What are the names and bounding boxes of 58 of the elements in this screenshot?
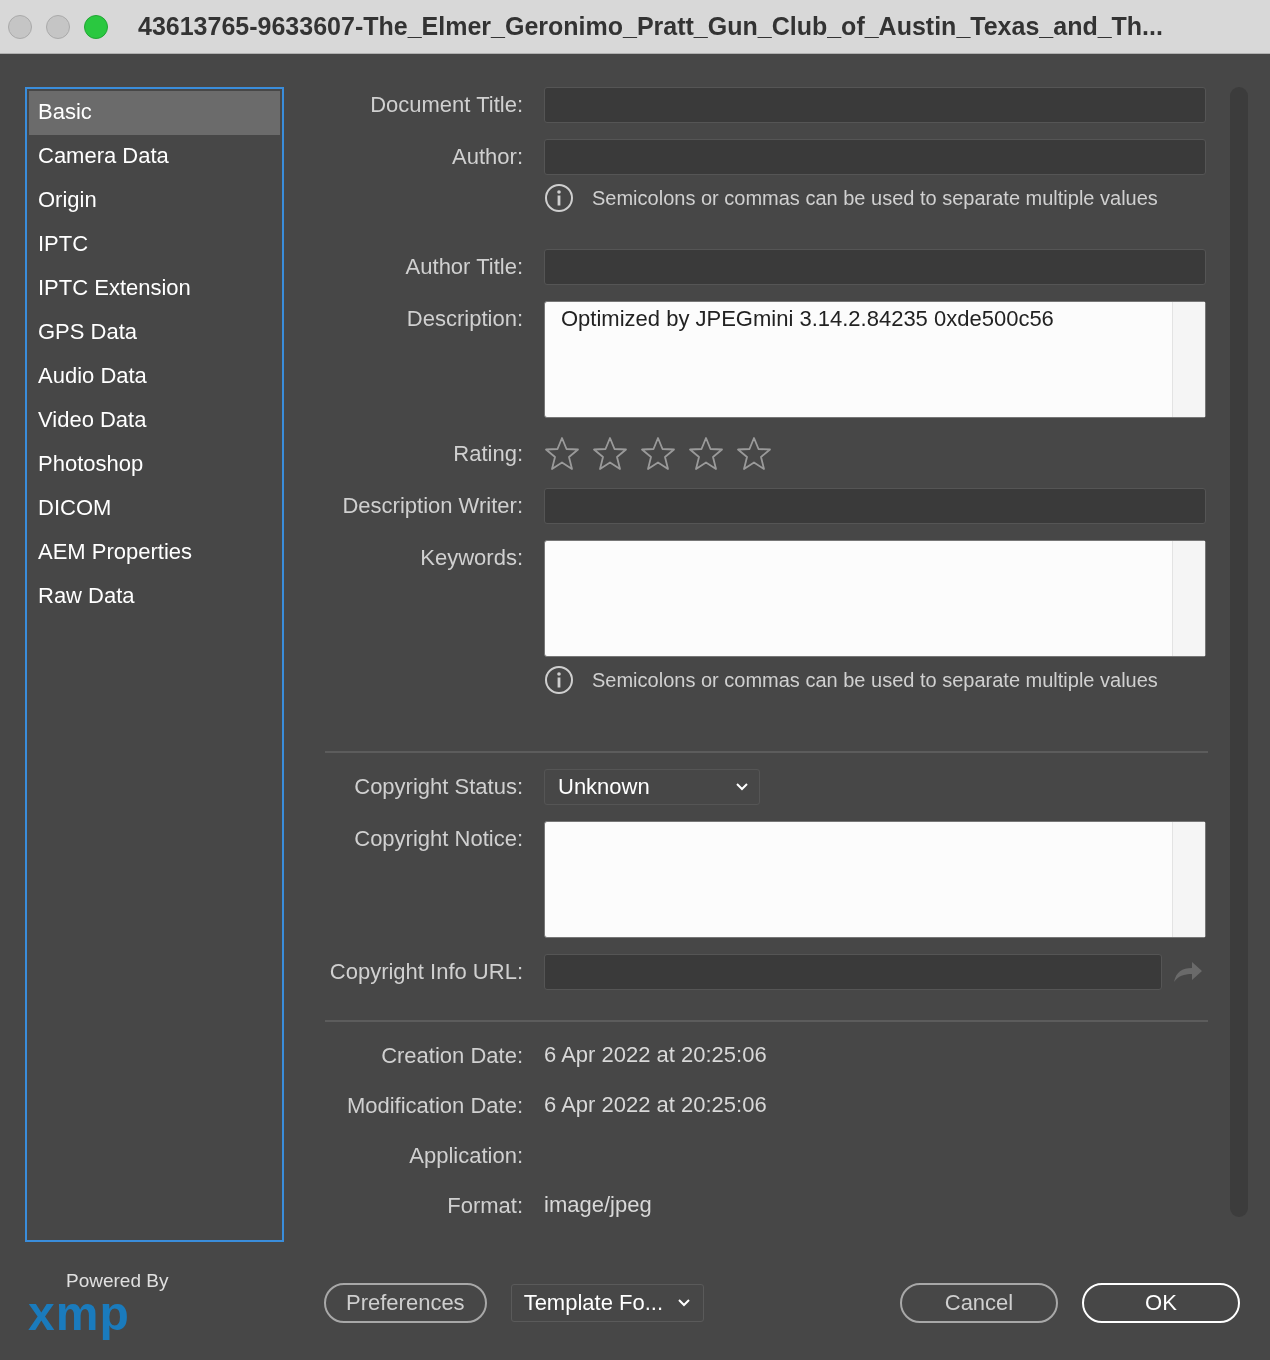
field-label: Description: [405, 305, 523, 333]
category-item[interactable]: Audio Data [29, 355, 280, 399]
info-icon [544, 183, 574, 213]
category-item[interactable]: DICOM [29, 487, 280, 531]
dialog-button[interactable]: Preferences [324, 1283, 487, 1323]
template-dropdown[interactable]: Template Fo... [510, 1284, 704, 1322]
chevron-icon [735, 782, 749, 792]
field-label: Document Title: [369, 91, 523, 119]
field-label: Copyright Notice: [353, 825, 523, 853]
field-value: image/jpeg [544, 1191, 652, 1219]
category-item[interactable]: Basic [29, 91, 280, 135]
field-label: Description Writer: [341, 492, 523, 520]
star-icon[interactable] [544, 436, 580, 472]
close-button[interactable] [8, 14, 32, 39]
minimize-button[interactable] [46, 14, 70, 39]
star-icon[interactable] [688, 436, 724, 472]
field-value: 6 Apr 2022 at 20:25:06 [544, 1041, 767, 1069]
status-dropdown[interactable]: Unknown [544, 769, 760, 805]
url-field[interactable] [544, 954, 1162, 990]
powered-by-text: Powered By [66, 1270, 169, 1292]
ok-button[interactable]: OK [1082, 1283, 1240, 1323]
dialog-button[interactable]: Cancel [900, 1283, 1058, 1323]
category-item[interactable]: Photoshop [29, 443, 280, 487]
star-icon[interactable] [592, 436, 628, 472]
text-field[interactable] [544, 488, 1206, 524]
zoom-button[interactable] [84, 14, 108, 39]
info-icon [544, 665, 574, 695]
field-label: Format: [446, 1192, 523, 1220]
field-label: Keywords: [419, 544, 523, 572]
hint-text: Semicolons or commas can be used to separate multiple values [592, 668, 1158, 692]
category-item[interactable]: Camera Data [29, 135, 280, 179]
field-label: Application: [408, 1142, 523, 1170]
field-label: Rating: [452, 440, 523, 468]
hint-text: Semicolons or commas can be used to separate multiple values [592, 186, 1158, 210]
text-field[interactable] [544, 87, 1206, 123]
category-item[interactable]: Video Data [29, 399, 280, 443]
window-title: 43613765-9633607-The_Elmer_Geronimo_Pratt_Gun_Club_of_Austin_Texas_and_Th... [138, 12, 1163, 41]
field-label: Author: [451, 143, 523, 171]
field-label: Copyright Info URL: [328, 958, 523, 986]
category-item[interactable]: AEM Properties [29, 531, 280, 575]
category-item[interactable]: GPS Data [29, 311, 280, 355]
text-field[interactable] [544, 139, 1206, 175]
text-area[interactable]: Optimized by JPEGmini 3.14.2.84235 0xde500c56 [544, 301, 1206, 418]
field-label: Modification Date: [345, 1092, 523, 1120]
field-value: 6 Apr 2022 at 20:25:06 [544, 1091, 767, 1119]
category-item[interactable]: Origin [29, 179, 280, 223]
category-item[interactable]: IPTC Extension [29, 267, 280, 311]
star-icon[interactable] [736, 436, 772, 472]
category-item[interactable]: IPTC [29, 223, 280, 267]
chevron-icon [677, 1298, 691, 1308]
field-label: Author Title: [404, 253, 523, 281]
text-field[interactable] [544, 249, 1206, 285]
text-area[interactable] [544, 540, 1206, 657]
category-item[interactable]: Raw Data [29, 575, 280, 619]
text-area[interactable] [544, 821, 1206, 938]
field-label: Creation Date: [380, 1042, 523, 1070]
star-icon[interactable] [640, 436, 676, 472]
field-label: Copyright Status: [353, 773, 523, 801]
